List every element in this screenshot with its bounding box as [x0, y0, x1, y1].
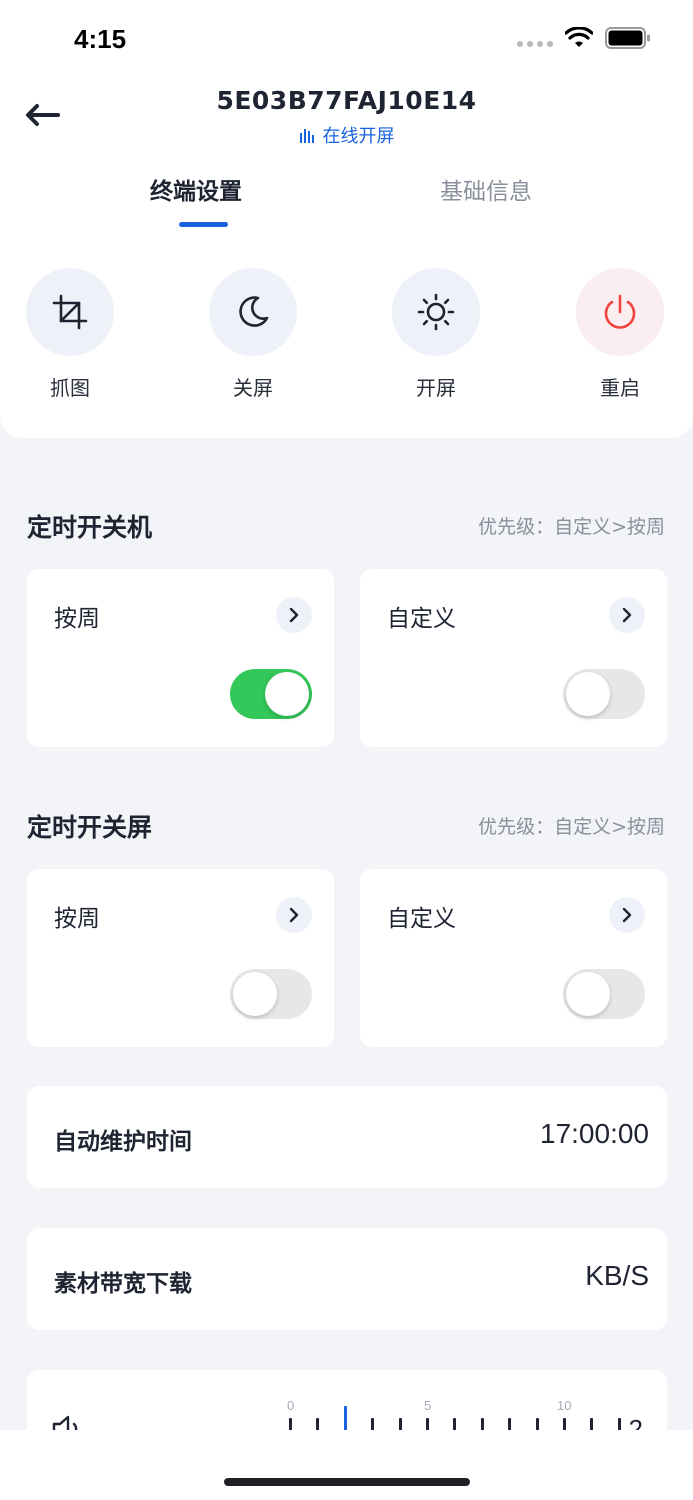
device-status-text: 在线开屏 [322, 126, 395, 147]
cellular-signal-icon [517, 41, 553, 47]
power-custom-chevron[interactable] [609, 597, 645, 633]
tab-basic-info[interactable]: 基础信息 [440, 172, 532, 206]
battery-icon [605, 27, 650, 49]
restart-icon-circle [576, 268, 664, 356]
chevron-right-icon [289, 607, 299, 623]
screen-weekly-chevron[interactable] [276, 897, 312, 933]
screen-weekly-label: 按周 [54, 906, 100, 932]
screen-off-icon-circle [209, 268, 297, 356]
capture-icon-circle [26, 268, 114, 356]
power-weekly-chevron[interactable] [276, 597, 312, 633]
device-status: 在线开屏 [0, 122, 693, 148]
bandwidth-label: 素材带宽下载 [54, 1271, 192, 1297]
capture-label: 抓图 [50, 376, 90, 400]
power-weekly-card[interactable]: 按周 [27, 569, 334, 747]
section-title-power-schedule: 定时开关机 [27, 513, 153, 542]
screen-on-button[interactable]: 开屏 [392, 268, 480, 401]
sun-icon [417, 293, 455, 331]
power-weekly-label: 按周 [54, 606, 100, 632]
section-hint-power-schedule: 优先级：自定义>按周 [478, 516, 665, 538]
bandwidth-value: KB/S [585, 1260, 649, 1291]
maintenance-time-label: 自动维护时间 [54, 1129, 192, 1155]
tab-active-indicator [179, 222, 228, 227]
section-title-screen-schedule: 定时开关屏 [27, 813, 153, 842]
screen-on-label: 开屏 [416, 376, 456, 400]
screen-custom-label: 自定义 [387, 906, 456, 932]
bandwidth-row[interactable]: 素材带宽下载 KB/S [27, 1228, 667, 1330]
signal-bars-icon [299, 129, 314, 143]
tab-terminal-settings[interactable]: 终端设置 [150, 172, 242, 206]
screen-weekly-card[interactable]: 按周 [27, 869, 334, 1047]
screen-custom-card[interactable]: 自定义 [360, 869, 667, 1047]
power-custom-label: 自定义 [387, 606, 456, 632]
status-icons [517, 26, 651, 50]
home-bar-area [0, 1430, 693, 1500]
screen-custom-chevron[interactable] [609, 897, 645, 933]
power-custom-card[interactable]: 自定义 [360, 569, 667, 747]
power-custom-toggle[interactable] [563, 669, 645, 719]
volume-tick-label-10: 10 [557, 1398, 572, 1413]
maintenance-time-value: 17:00:00 [540, 1118, 649, 1149]
capture-button[interactable]: 抓图 [26, 268, 114, 401]
moon-icon [239, 296, 269, 327]
screen-on-icon-circle [392, 268, 480, 356]
restart-label: 重启 [600, 376, 640, 400]
screen-custom-toggle[interactable] [563, 969, 645, 1019]
section-hint-screen-schedule: 优先级：自定义>按周 [478, 816, 665, 838]
screen-weekly-toggle[interactable] [230, 969, 312, 1019]
maintenance-time-row[interactable]: 自动维护时间 17:00:00 [27, 1086, 667, 1188]
chevron-right-icon [622, 607, 632, 623]
volume-tick-label-0: 0 [287, 1398, 295, 1413]
restart-button[interactable]: 重启 [576, 268, 664, 401]
top-panel: 4:15 5E03B77FAJ10E14 在线开屏 终端设置 基础信息 抓图 关… [0, 0, 693, 438]
wifi-icon [565, 27, 593, 47]
chevron-right-icon [289, 907, 299, 923]
device-id-title: 5E03B77FAJ10E14 [216, 86, 477, 115]
volume-tick-label-5: 5 [424, 1398, 432, 1413]
chevron-right-icon [622, 907, 632, 923]
power-icon [604, 294, 636, 329]
screen-off-button[interactable]: 关屏 [209, 268, 297, 401]
status-time: 4:15 [74, 24, 127, 54]
home-indicator[interactable] [224, 1478, 470, 1486]
power-weekly-toggle[interactable] [230, 669, 312, 719]
crop-icon [52, 294, 88, 330]
screen-off-label: 关屏 [233, 376, 273, 400]
